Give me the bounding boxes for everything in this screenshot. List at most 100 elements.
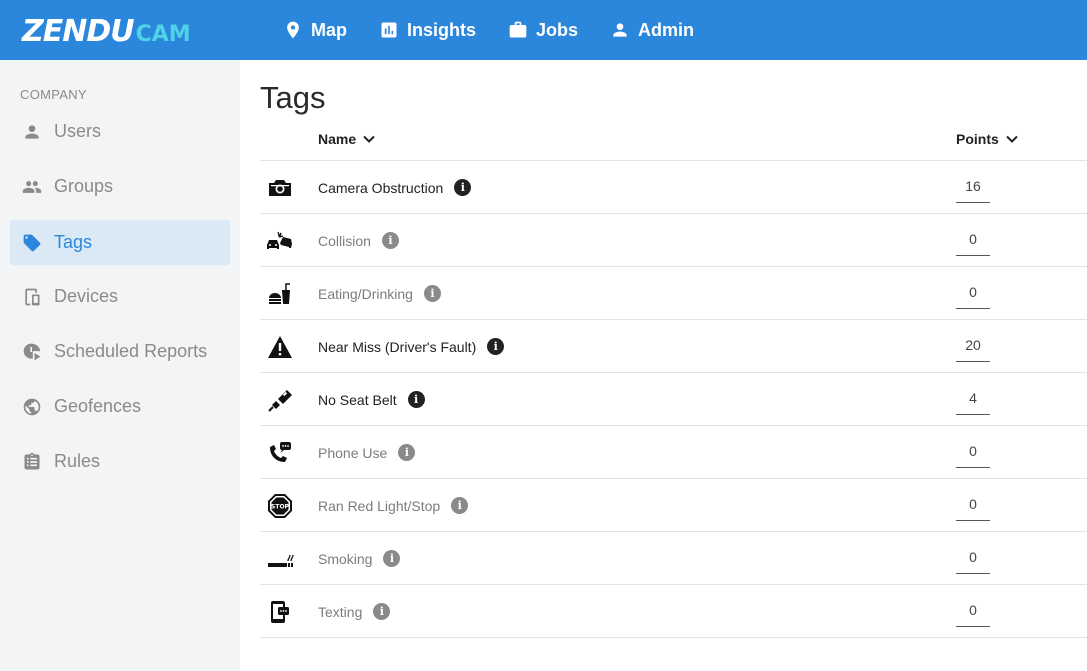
info-icon[interactable]: i: [373, 603, 391, 620]
points-input[interactable]: 0: [956, 596, 990, 627]
map-pin-icon: [287, 21, 299, 39]
tags-table: Name Points Camera Obstruction i 16 Coll…: [260, 117, 1087, 638]
tag-name: Camera Obstruction i: [318, 179, 472, 196]
tag-name: Texting i: [318, 603, 391, 620]
clipboard-icon: [24, 452, 40, 469]
points-input[interactable]: 20: [956, 331, 990, 362]
briefcase-icon: [509, 21, 527, 38]
points-input[interactable]: 0: [956, 278, 990, 309]
info-icon[interactable]: i: [398, 444, 416, 461]
table-header: Name Points: [260, 117, 1087, 161]
main-nav: Map Insights Jobs Admin: [283, 0, 726, 60]
top-navigation-bar: ZENDU CAM Map Insights Jobs Admin: [0, 0, 1087, 60]
texting-icon: [266, 599, 294, 625]
column-points-label: Points: [956, 131, 999, 147]
tag-name: No Seat Belt i: [318, 391, 425, 408]
sidebar-item-tags[interactable]: Tags: [10, 220, 230, 265]
admin-sidebar: COMPANY Users Groups Tags Devices Schedu…: [0, 60, 240, 671]
points-input[interactable]: 0: [956, 225, 990, 256]
tag-name-text: Near Miss (Driver's Fault): [318, 338, 477, 355]
points-input[interactable]: 4: [956, 384, 990, 415]
stop-sign-text: STOP: [271, 504, 290, 511]
sidebar-item-devices[interactable]: Devices: [10, 274, 230, 319]
table-row[interactable]: Camera Obstruction i 16: [260, 161, 1087, 214]
tag-name-text: Smoking: [318, 550, 373, 567]
nav-map[interactable]: Map: [283, 0, 347, 60]
phone-call-icon: [266, 440, 294, 466]
tag-icon: [23, 234, 41, 251]
table-row[interactable]: Texting i 0: [260, 585, 1087, 638]
table-row[interactable]: Eating/Drinking i 0: [260, 267, 1087, 320]
tag-name: Near Miss (Driver's Fault) i: [318, 338, 505, 355]
sidebar-item-scheduled-reports[interactable]: Scheduled Reports: [10, 329, 230, 374]
table-row[interactable]: STOP Ran Red Light/Stop i 0: [260, 479, 1087, 532]
nav-map-label: Map: [311, 19, 347, 40]
table-row[interactable]: Near Miss (Driver's Fault) i 20: [260, 320, 1087, 373]
tag-name: Collision i: [318, 232, 399, 249]
points-input[interactable]: 0: [956, 543, 990, 574]
nav-admin[interactable]: Admin: [610, 0, 694, 60]
tag-name: Smoking i: [318, 550, 401, 567]
table-row[interactable]: Smoking i 0: [260, 532, 1087, 585]
stop-sign-icon: STOP: [266, 493, 294, 519]
table-row[interactable]: No Seat Belt i 4: [260, 373, 1087, 426]
globe-icon: [23, 398, 41, 415]
info-icon[interactable]: i: [487, 338, 505, 355]
column-name-label: Name: [318, 131, 357, 147]
info-icon[interactable]: i: [454, 179, 472, 196]
sidebar-item-geofences[interactable]: Geofences: [10, 384, 230, 429]
sidebar-item-users[interactable]: Users: [10, 109, 230, 154]
warning-icon: [266, 334, 294, 360]
chevron-down-icon: [1006, 135, 1018, 143]
sidebar-item-label: Tags: [54, 232, 93, 252]
fast-food-icon: [266, 281, 294, 307]
sidebar-section-company: COMPANY: [20, 87, 87, 102]
sidebar-item-groups[interactable]: Groups: [10, 164, 230, 209]
zenducam-logo[interactable]: ZENDU CAM: [22, 14, 191, 49]
page-title: Tags: [260, 80, 326, 115]
nav-admin-label: Admin: [638, 19, 695, 40]
person-icon: [613, 23, 627, 37]
car-collision-icon: [266, 228, 294, 254]
nav-jobs-label: Jobs: [536, 19, 579, 40]
points-input[interactable]: 0: [956, 490, 990, 521]
info-icon[interactable]: i: [423, 285, 441, 302]
sidebar-item-rules[interactable]: Rules: [10, 439, 230, 484]
points-input[interactable]: 16: [956, 172, 990, 203]
sidebar-item-label: Rules: [54, 451, 101, 471]
tag-name: Eating/Drinking i: [318, 285, 441, 302]
sidebar-item-label: Groups: [54, 176, 114, 196]
nav-jobs[interactable]: Jobs: [508, 0, 578, 60]
table-row[interactable]: Collision i 0: [260, 214, 1087, 267]
tag-name-text: Camera Obstruction: [318, 179, 444, 196]
bar-chart-icon: [381, 22, 397, 38]
tag-name: Ran Red Light/Stop i: [318, 497, 469, 514]
seat-belt-icon: [266, 387, 294, 413]
sidebar-item-label: Devices: [54, 286, 119, 306]
smoking-icon: [266, 546, 294, 572]
logo-text-zendu: ZENDU: [22, 14, 135, 49]
info-icon[interactable]: i: [381, 232, 399, 249]
tag-name-text: Phone Use: [318, 444, 388, 461]
sidebar-item-label: Scheduled Reports: [54, 341, 208, 361]
group-icon: [22, 180, 42, 193]
info-icon[interactable]: i: [383, 550, 401, 567]
clock-report-icon: [23, 343, 41, 360]
info-icon[interactable]: i: [407, 391, 425, 408]
nav-insights[interactable]: Insights: [379, 0, 476, 60]
points-input[interactable]: 0: [956, 437, 990, 468]
tag-name-text: Eating/Drinking: [318, 285, 413, 302]
nav-insights-label: Insights: [407, 19, 477, 40]
sort-by-points-header[interactable]: Points: [956, 131, 1019, 147]
tag-name-text: Texting: [318, 603, 363, 620]
tag-name: Phone Use i: [318, 444, 416, 461]
sidebar-item-label: Users: [54, 121, 102, 141]
camera-icon: [266, 175, 294, 201]
sidebar-item-label: Geofences: [54, 396, 142, 416]
sort-by-name-header[interactable]: Name: [318, 131, 376, 147]
tag-name-text: Ran Red Light/Stop: [318, 497, 441, 514]
user-icon: [25, 124, 39, 139]
devices-icon: [25, 288, 40, 305]
table-row[interactable]: Phone Use i 0: [260, 426, 1087, 479]
info-icon[interactable]: i: [451, 497, 469, 514]
